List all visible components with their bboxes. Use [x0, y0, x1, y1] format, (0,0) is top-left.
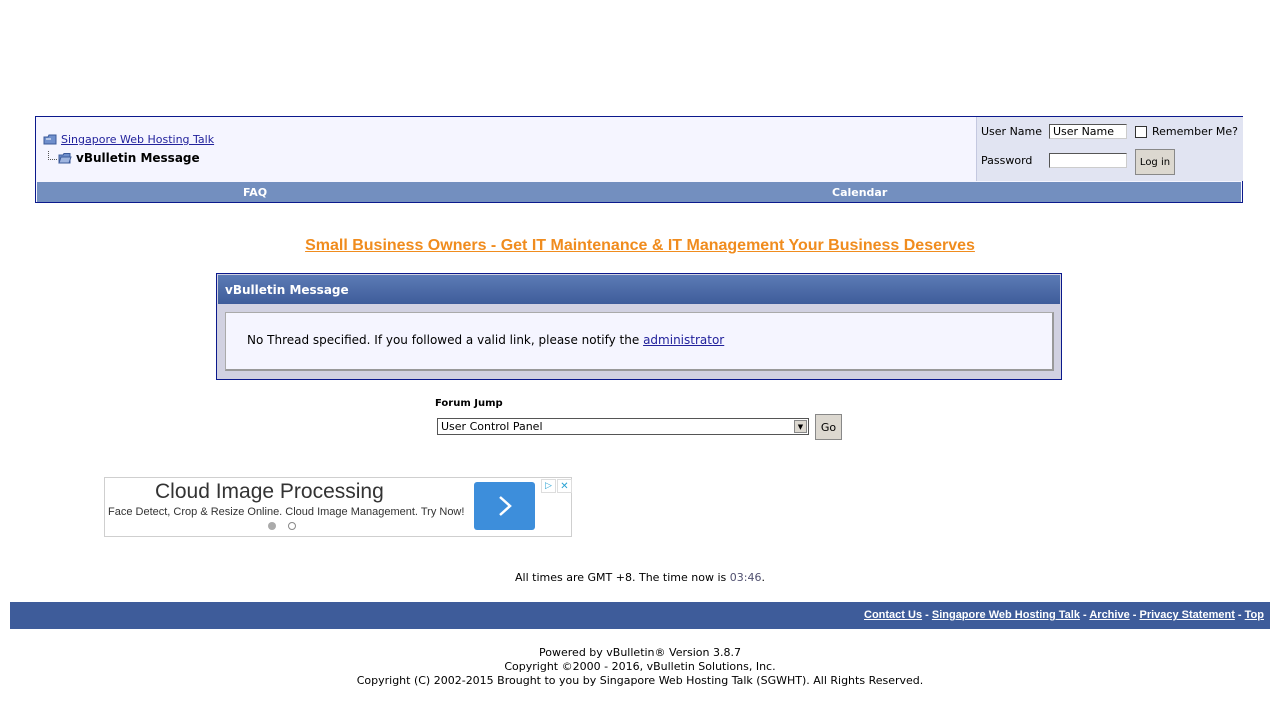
- footer-bar: Contact Us - Singapore Web Hosting Talk …: [10, 602, 1270, 629]
- footer-contact-link[interactable]: Contact Us: [864, 609, 922, 621]
- message-body: No Thread specified. If you followed a v…: [225, 312, 1054, 371]
- close-icon[interactable]: ✕: [557, 479, 572, 493]
- folder-up-icon[interactable]: [43, 134, 57, 145]
- chevron-right-icon[interactable]: [474, 482, 535, 530]
- message-header: vBulletin Message: [218, 275, 1060, 304]
- powered-line-1: Powered by vBulletin® Version 3.8.7: [539, 646, 741, 659]
- administrator-link[interactable]: administrator: [643, 333, 724, 347]
- time-suffix: .: [761, 571, 765, 584]
- nav-faq-link[interactable]: FAQ: [243, 186, 267, 199]
- login-form: User Name Remember Me? Password Log in: [976, 117, 1243, 181]
- username-label: User Name: [981, 125, 1043, 138]
- forum-jump-label: Forum Jump: [435, 398, 503, 409]
- dropdown-arrow-icon[interactable]: ▼: [794, 420, 807, 433]
- forum-jump-go-button[interactable]: Go: [815, 414, 842, 440]
- remember-me-label: Remember Me?: [1152, 125, 1238, 138]
- promo-banner: Small Business Owners - Get IT Maintenan…: [0, 237, 1280, 255]
- footer-privacy-link[interactable]: Privacy Statement: [1139, 609, 1234, 621]
- footer-links: Contact Us - Singapore Web Hosting Talk …: [864, 609, 1264, 621]
- current-page-title: vBulletin Message: [76, 151, 200, 165]
- carousel-dot[interactable]: [288, 522, 296, 530]
- message-text-row: No Thread specified. If you followed a v…: [247, 333, 724, 347]
- powered-line-2: Copyright ©2000 - 2016, vBulletin Soluti…: [504, 660, 776, 673]
- username-field[interactable]: [1049, 124, 1127, 139]
- message-box: vBulletin Message No Thread specified. I…: [216, 273, 1062, 380]
- breadcrumb-root-row: Singapore Web Hosting Talk: [43, 133, 214, 146]
- tree-line-icon: [48, 150, 57, 160]
- password-label: Password: [981, 154, 1033, 167]
- nav-strip: FAQ Calendar: [37, 182, 1241, 202]
- ad-banner[interactable]: Cloud Image Processing Face Detect, Crop…: [104, 477, 572, 537]
- remember-me[interactable]: Remember Me?: [1135, 125, 1238, 138]
- footer-home-link[interactable]: Singapore Web Hosting Talk: [932, 609, 1080, 621]
- footer-separator: -: [1079, 609, 1090, 621]
- message-title: vBulletin Message: [225, 283, 349, 297]
- time-now: 03:46: [729, 571, 762, 584]
- forum-jump-selected: User Control Panel: [441, 420, 543, 433]
- ad-description[interactable]: Face Detect, Crop & Resize Online. Cloud…: [108, 506, 464, 518]
- remember-me-checkbox[interactable]: [1135, 125, 1147, 138]
- login-button[interactable]: Log in: [1135, 149, 1175, 175]
- nav-calendar-link[interactable]: Calendar: [832, 186, 887, 199]
- navbar: Singapore Web Hosting Talk vBulletin Mes…: [35, 116, 1243, 203]
- breadcrumb-root-link[interactable]: Singapore Web Hosting Talk: [61, 133, 214, 146]
- forum-jump-select[interactable]: User Control Panel ▼: [437, 418, 809, 435]
- ad-title[interactable]: Cloud Image Processing: [155, 480, 384, 504]
- adchoices-icon[interactable]: ▷: [541, 479, 556, 493]
- carousel-dot-active[interactable]: [268, 522, 276, 530]
- breadcrumb: Singapore Web Hosting Talk vBulletin Mes…: [36, 117, 976, 181]
- footer-top-link[interactable]: Top: [1245, 609, 1264, 621]
- promo-link[interactable]: Small Business Owners - Get IT Maintenan…: [305, 237, 975, 254]
- powered-by: Powered by vBulletin® Version 3.8.7 Copy…: [0, 646, 1280, 688]
- password-field[interactable]: [1049, 153, 1127, 168]
- time-prefix: All times are GMT +8. The time now is: [515, 571, 727, 584]
- time-info: All times are GMT +8. The time now is 03…: [0, 571, 1280, 584]
- powered-line-3: Copyright (C) 2002-2015 Brought to you b…: [356, 674, 924, 687]
- footer-separator: -: [922, 609, 932, 621]
- message-text: No Thread specified. If you followed a v…: [247, 333, 640, 347]
- footer-archive-link[interactable]: Archive: [1089, 609, 1129, 621]
- breadcrumb-current-row: vBulletin Message: [48, 150, 200, 165]
- folder-open-icon: [58, 152, 72, 163]
- footer-separator: -: [1234, 609, 1245, 621]
